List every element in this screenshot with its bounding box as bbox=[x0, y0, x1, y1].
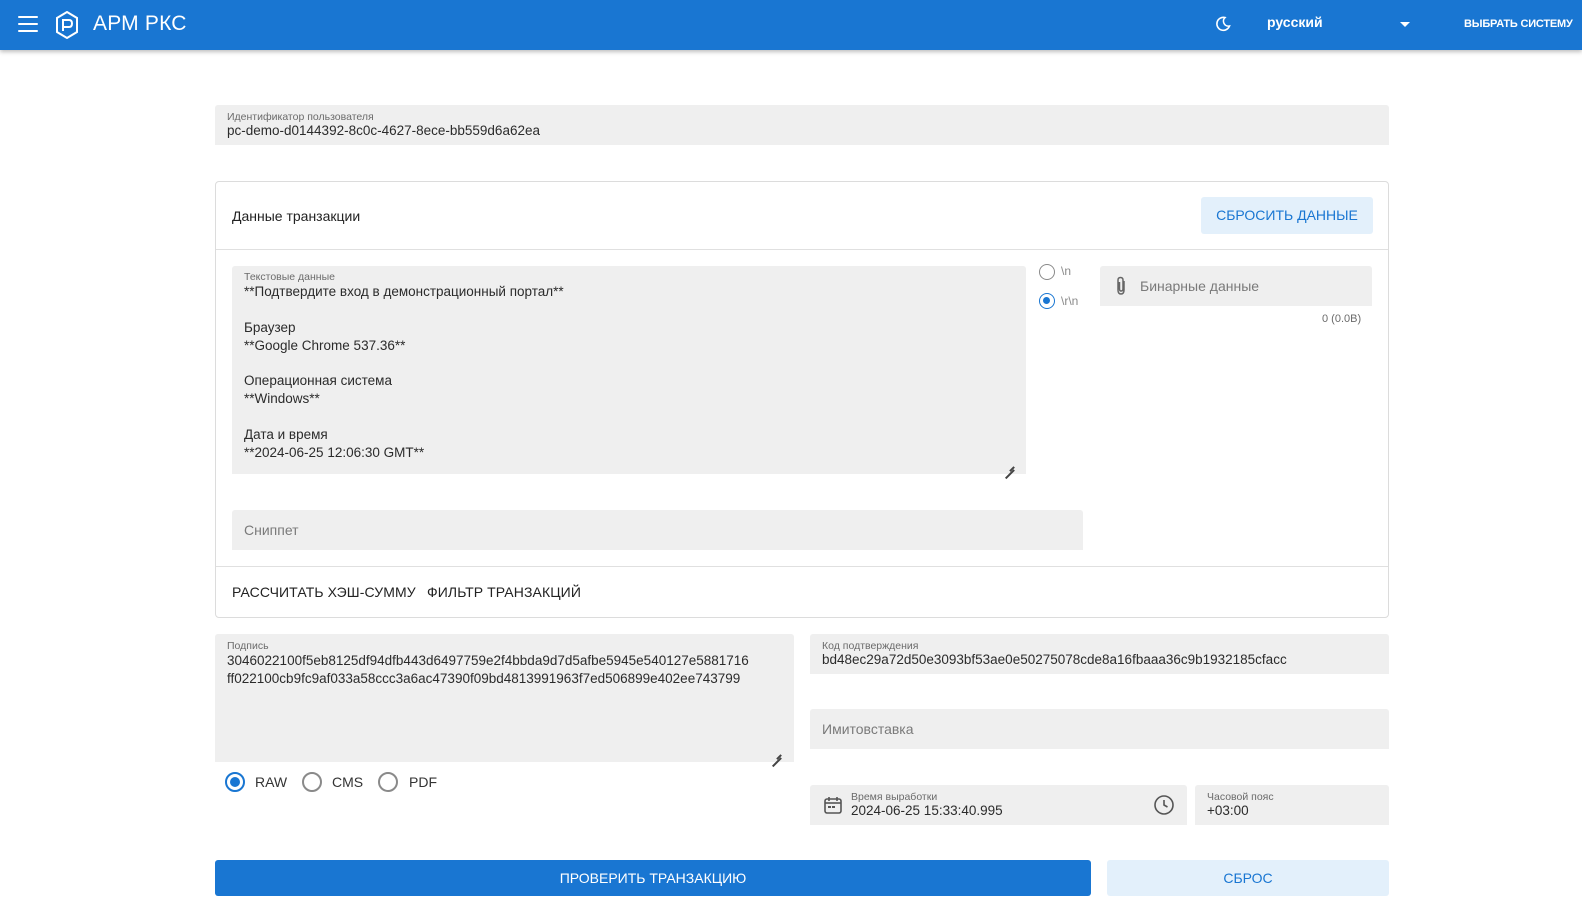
line-ending-crlf-label: \r\n bbox=[1061, 294, 1079, 308]
divider bbox=[216, 566, 1388, 567]
logo-icon bbox=[56, 11, 78, 39]
text-line bbox=[244, 408, 564, 426]
text-data-textarea[interactable]: Текстовые данные **Подтвердите вход в де… bbox=[232, 266, 1026, 474]
user-id-label: Идентификатор пользователя bbox=[227, 111, 374, 123]
generation-time-field[interactable]: Время выработки 2024-06-25 15:33:40.995 bbox=[810, 785, 1187, 825]
text-line: **Windows** bbox=[244, 391, 320, 407]
app-bar: АРМ РКС русский ВЫБРАТЬ СИСТЕМУ bbox=[0, 0, 1582, 50]
text-line: **Google Chrome 537.36** bbox=[244, 337, 406, 353]
language-select[interactable]: русский bbox=[1267, 14, 1415, 36]
text-line: Дата и время bbox=[244, 427, 328, 443]
snippet-field[interactable]: Сниппет bbox=[232, 510, 1083, 550]
text-line bbox=[244, 301, 564, 319]
user-id-value: pc-demo-d0144392-8c0c-4627-8ece-bb559d6a… bbox=[227, 123, 540, 138]
calendar-icon[interactable] bbox=[823, 795, 843, 815]
moon-icon[interactable] bbox=[1214, 15, 1232, 33]
binary-data-size: 0 (0.0B) bbox=[1322, 313, 1362, 325]
imitovstavka-field[interactable]: Имитовставка bbox=[810, 709, 1389, 749]
format-cms-radio[interactable] bbox=[302, 772, 322, 792]
language-value: русский bbox=[1267, 14, 1323, 30]
text-line: **Подтвердите вход в демонстрационный по… bbox=[244, 284, 564, 299]
signature-line-2: ff022100cb9fc9af033a58ccc3a6ac47390f09bd… bbox=[227, 671, 741, 686]
transaction-card: Данные транзакции СБРОСИТЬ ДАННЫЕ Тексто… bbox=[215, 181, 1389, 618]
choose-system-button[interactable]: ВЫБРАТЬ СИСТЕМУ bbox=[1464, 18, 1573, 30]
reset-data-button[interactable]: СБРОСИТЬ ДАННЫЕ bbox=[1201, 197, 1373, 234]
text-data-content: **Подтвердите вход в демонстрационный по… bbox=[244, 283, 564, 462]
confirmation-code-value: bd48ec29a72d50e3093bf53ae0e50275078cde8a… bbox=[822, 652, 1287, 667]
clock-icon[interactable] bbox=[1153, 794, 1175, 816]
generation-time-label: Время выработки bbox=[851, 791, 938, 803]
snippet-placeholder: Сниппет bbox=[244, 522, 299, 538]
resize-handle-icon[interactable] bbox=[1004, 460, 1014, 470]
transaction-title: Данные транзакции bbox=[232, 208, 361, 224]
format-pdf-label: PDF bbox=[409, 774, 437, 790]
reset-button[interactable]: СБРОС bbox=[1107, 860, 1389, 896]
timezone-label: Часовой пояс bbox=[1207, 791, 1274, 803]
generation-time-value: 2024-06-25 15:33:40.995 bbox=[851, 803, 1003, 818]
timezone-value: +03:00 bbox=[1207, 803, 1249, 818]
format-pdf-radio[interactable] bbox=[378, 772, 398, 792]
format-cms-label: CMS bbox=[332, 774, 364, 790]
signature-textarea[interactable]: Подпись 3046022100f5eb8125df94dfb443d649… bbox=[215, 634, 794, 762]
resize-handle-icon[interactable] bbox=[771, 748, 781, 758]
text-line: Браузер bbox=[244, 319, 296, 335]
chevron-down-icon bbox=[1400, 22, 1410, 27]
confirmation-code-label: Код подтверждения bbox=[822, 640, 919, 652]
text-line bbox=[244, 355, 564, 373]
app-title: АРМ РКС bbox=[93, 12, 187, 35]
imitovstavka-placeholder: Имитовставка bbox=[822, 721, 914, 737]
line-ending-lf-label: \n bbox=[1061, 264, 1072, 278]
user-id-field[interactable]: Идентификатор пользователя pc-demo-d0144… bbox=[215, 105, 1389, 145]
line-ending-lf-radio[interactable] bbox=[1039, 264, 1055, 280]
format-raw-radio[interactable] bbox=[225, 772, 245, 792]
signature-label: Подпись bbox=[227, 640, 269, 652]
verify-transaction-button[interactable]: ПРОВЕРИТЬ ТРАНЗАКЦИЮ bbox=[215, 860, 1091, 896]
menu-icon[interactable] bbox=[18, 16, 38, 32]
paperclip-icon bbox=[1117, 276, 1125, 295]
signature-line-1: 3046022100f5eb8125df94dfb443d6497759e2f4… bbox=[227, 653, 749, 668]
divider bbox=[216, 249, 1388, 250]
text-line: **2024-06-25 12:06:30 GMT** bbox=[244, 445, 425, 461]
binary-data-field[interactable]: Бинарные данные bbox=[1100, 266, 1372, 306]
text-line: Операционная система bbox=[244, 373, 392, 389]
calculate-hash-button[interactable]: РАССЧИТАТЬ ХЭШ-СУММУ bbox=[232, 584, 416, 600]
format-raw-label: RAW bbox=[255, 774, 288, 790]
text-data-label: Текстовые данные bbox=[244, 271, 335, 283]
confirmation-code-field[interactable]: Код подтверждения bd48ec29a72d50e3093bf5… bbox=[810, 634, 1389, 674]
line-ending-crlf-radio[interactable] bbox=[1039, 293, 1055, 309]
transaction-filter-button[interactable]: ФИЛЬТР ТРАНЗАКЦИЙ bbox=[427, 584, 581, 600]
binary-data-placeholder: Бинарные данные bbox=[1140, 278, 1260, 294]
timezone-field[interactable]: Часовой пояс +03:00 bbox=[1195, 785, 1389, 825]
